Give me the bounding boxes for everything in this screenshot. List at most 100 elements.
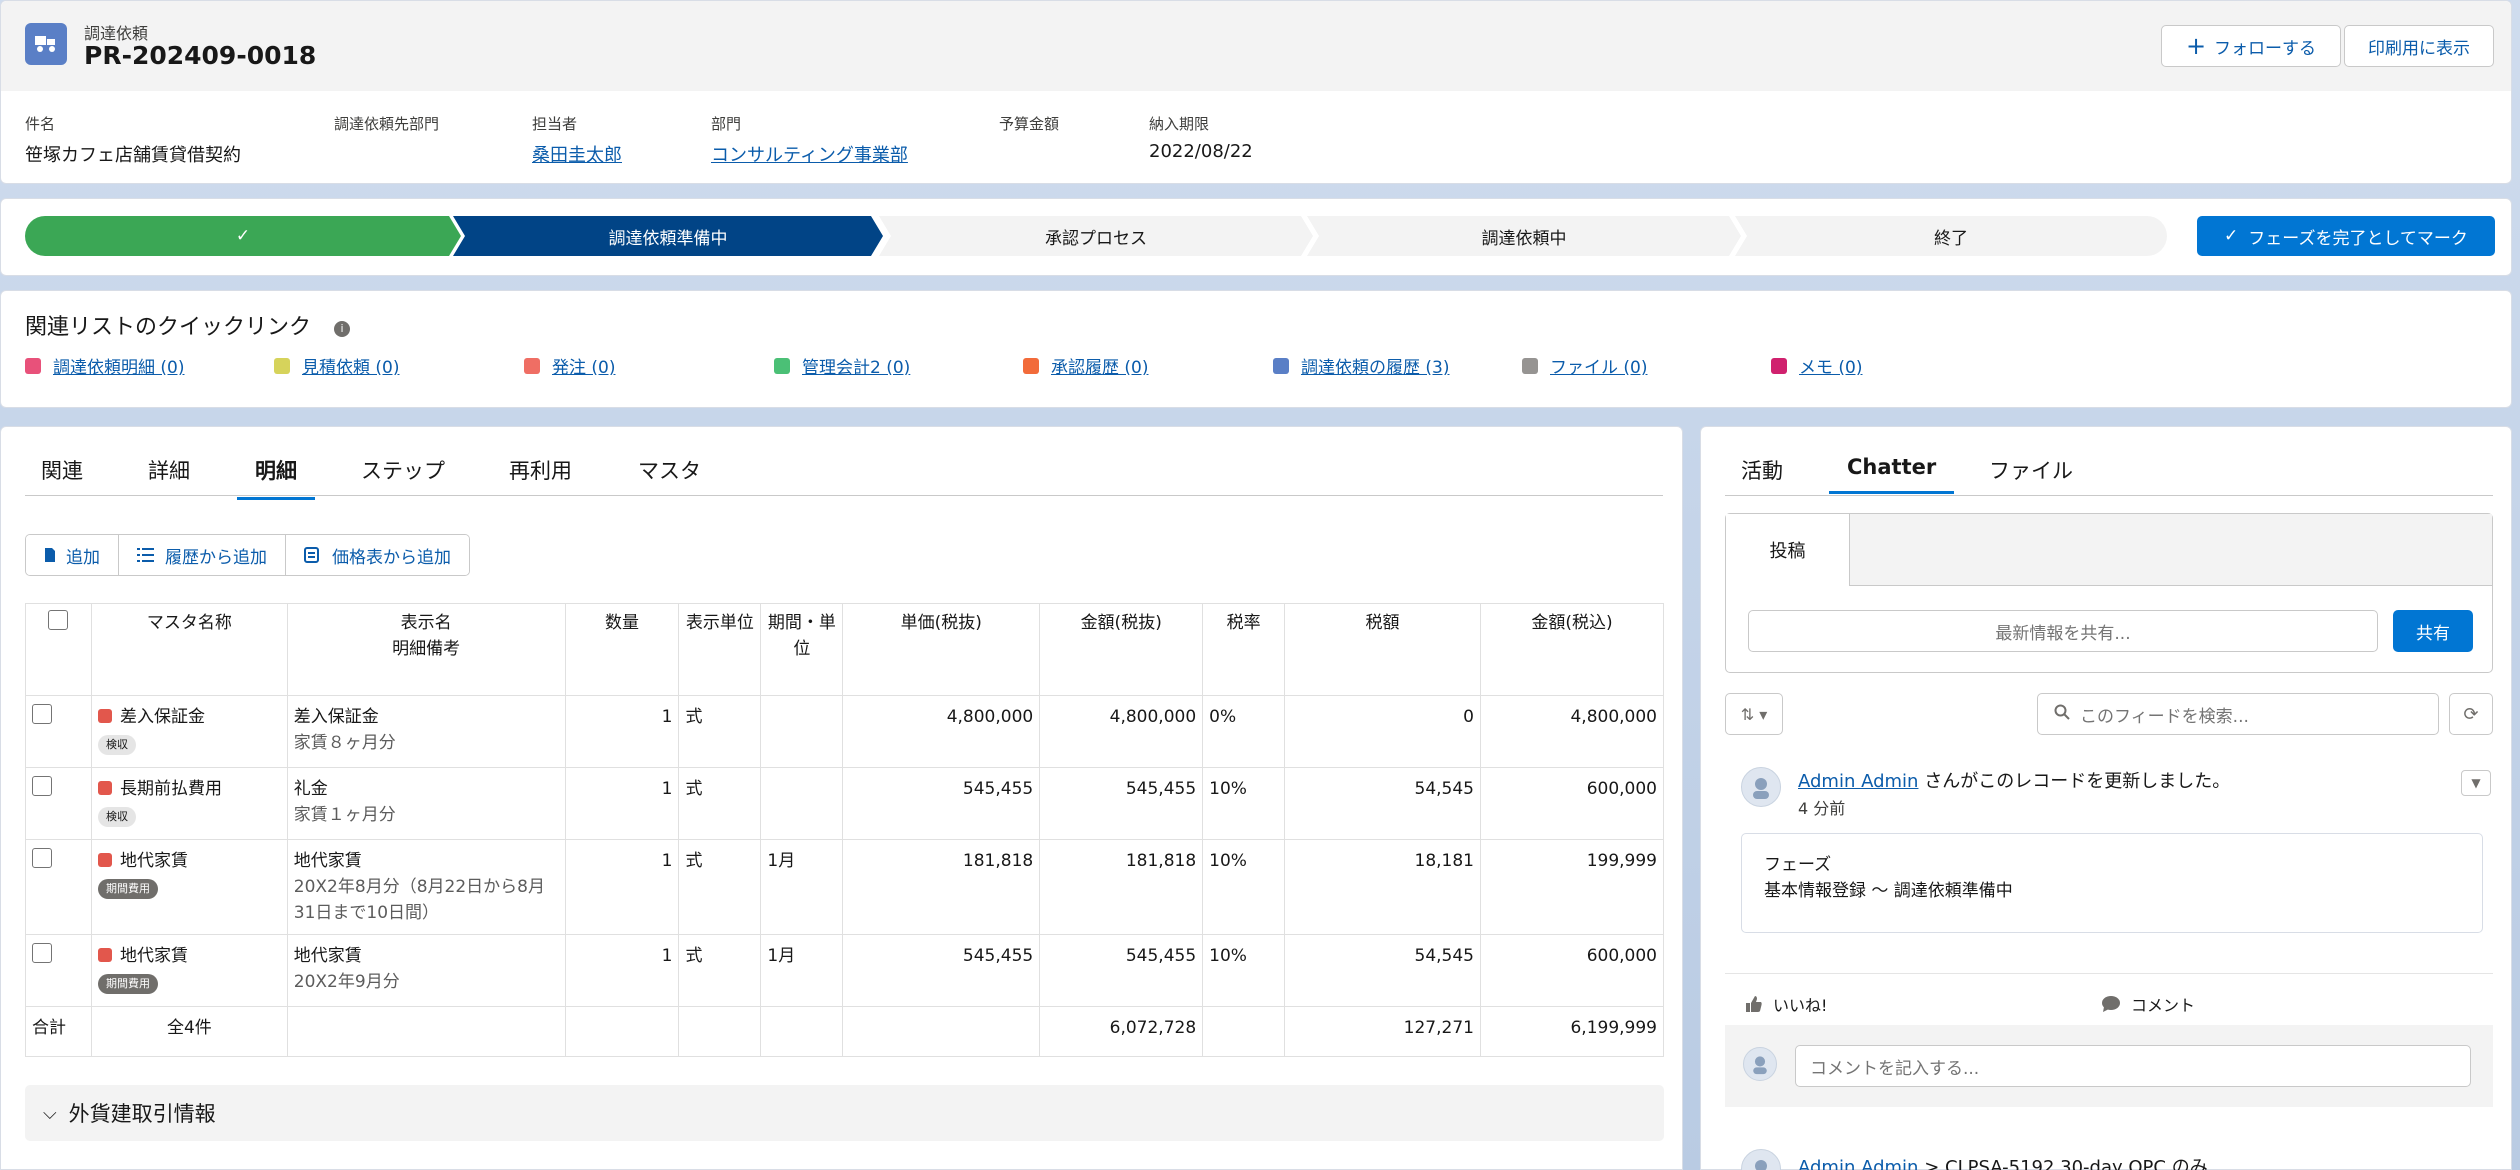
owner-link[interactable]: 桑田圭太郎 bbox=[532, 141, 622, 167]
select-all-checkbox[interactable] bbox=[48, 610, 69, 630]
col-note-label: 明細備考 bbox=[392, 639, 461, 659]
post-menu-button[interactable]: ▼ bbox=[2461, 770, 2491, 796]
mark-phase-complete-button[interactable]: ✓ フェーズを完了としてマーク bbox=[2197, 216, 2495, 256]
quick-link-notes[interactable]: メモ (0) bbox=[1771, 353, 1862, 378]
col-qty[interactable]: 数量 bbox=[564, 603, 680, 696]
master-cell: 地代家賃 期間費用 bbox=[90, 839, 288, 935]
path-step-complete[interactable]: ✓ bbox=[25, 216, 461, 256]
quick-link-label[interactable]: 承認履歴 (0) bbox=[1051, 353, 1148, 378]
activity-tabset: 活動 Chatter ファイル 投稿 最新情報を共有... 共有 ⇅ ▾ このフ… bbox=[1700, 426, 2512, 1170]
department-link[interactable]: コンサルティング事業部 bbox=[711, 141, 908, 167]
quick-link-orders[interactable]: 発注 (0) bbox=[524, 353, 615, 378]
row-select-cell bbox=[25, 934, 92, 1007]
row-checkbox[interactable] bbox=[32, 776, 52, 796]
tab-reuse[interactable]: 再利用 bbox=[509, 455, 572, 497]
quick-link-label[interactable]: 調達依頼の履歴 (3) bbox=[1301, 353, 1449, 378]
tab-activity[interactable]: 活動 bbox=[1741, 455, 1783, 497]
path-step-requesting[interactable]: 調達依頼中 bbox=[1307, 216, 1741, 256]
record-header: 調達依頼 PR-202409-0018 + フォローする 印刷用に表示 件名 笹… bbox=[0, 0, 2512, 184]
post-author-link[interactable]: Admin Admin bbox=[1798, 771, 1918, 792]
document-icon bbox=[45, 548, 55, 562]
chevron-down-icon: ▼ bbox=[2471, 776, 2481, 790]
tax-cell: 0 bbox=[1284, 695, 1481, 768]
period-cell bbox=[760, 767, 844, 840]
path-step-closed[interactable]: 終了 bbox=[1735, 216, 2167, 256]
like-button[interactable]: いいね! bbox=[1745, 992, 1827, 1016]
feed-search-input[interactable]: このフィードを検索... bbox=[2037, 693, 2439, 735]
printable-view-button[interactable]: 印刷用に表示 bbox=[2344, 25, 2494, 67]
tab-line-items[interactable]: 明細 bbox=[237, 455, 315, 500]
col-display-name[interactable]: 表示名 明細備考 bbox=[286, 603, 566, 696]
col-amount-incl[interactable]: 金額(税込) bbox=[1479, 603, 1665, 696]
quick-link-line-items[interactable]: 調達依頼明細 (0) bbox=[25, 353, 184, 378]
follow-button[interactable]: + フォローする bbox=[2161, 25, 2341, 67]
avatar[interactable] bbox=[1741, 767, 1781, 807]
master-icon bbox=[97, 853, 112, 867]
info-icon: i bbox=[334, 321, 351, 337]
comment-area: コメントを記入する... bbox=[1725, 1025, 2493, 1107]
line-actions-group: 追加 履歴から追加 価格表から追加 bbox=[25, 534, 470, 576]
unit-price-cell: 545,455 bbox=[842, 934, 1041, 1007]
add-button[interactable]: 追加 bbox=[26, 535, 119, 575]
col-tax-rate[interactable]: 税率 bbox=[1202, 603, 1286, 696]
quick-link-label[interactable]: メモ (0) bbox=[1799, 353, 1862, 378]
display-cell: 差入保証金 家賃８ヶ月分 bbox=[286, 695, 566, 768]
feed-sort-button[interactable]: ⇅ ▾ bbox=[1725, 693, 1783, 735]
row-checkbox[interactable] bbox=[32, 943, 52, 963]
quick-link-quotes[interactable]: 見積依頼 (0) bbox=[274, 353, 399, 378]
empty-cell bbox=[564, 1006, 680, 1057]
quick-link-request-history[interactable]: 調達依頼の履歴 (3) bbox=[1273, 353, 1449, 378]
quick-link-label[interactable]: ファイル (0) bbox=[1550, 353, 1647, 378]
tab-master[interactable]: マスタ bbox=[638, 455, 701, 497]
period-cell: 1月 bbox=[760, 934, 844, 1007]
col-unit-price[interactable]: 単価(税抜) bbox=[842, 603, 1041, 696]
quick-link-label[interactable]: 発注 (0) bbox=[552, 353, 615, 378]
refresh-button[interactable]: ⟳ bbox=[2449, 693, 2493, 735]
tab-details[interactable]: 詳細 bbox=[148, 455, 190, 497]
table-row: 地代家賃 期間費用 地代家賃 20X2年8月分（8月22日から8月31日まで10日間… bbox=[25, 839, 1665, 935]
quick-link-files[interactable]: ファイル (0) bbox=[1522, 353, 1647, 378]
refresh-icon: ⟳ bbox=[2463, 703, 2479, 725]
col-unit[interactable]: 表示単位 bbox=[678, 603, 762, 696]
add-from-history-label: 履歴から追加 bbox=[165, 547, 267, 568]
share-button[interactable]: 共有 bbox=[2393, 610, 2473, 652]
amount-incl-cell: 600,000 bbox=[1479, 934, 1665, 1007]
path-bar: ✓ 調達依頼準備中 承認プロセス 調達依頼中 終了 ✓ フェーズを完了としてマー… bbox=[0, 198, 2512, 276]
quick-link-label[interactable]: 管理会計2 (0) bbox=[802, 353, 910, 378]
tab-chatter[interactable]: Chatter bbox=[1829, 455, 1955, 494]
tab-related[interactable]: 関連 bbox=[41, 455, 83, 497]
quick-link-label[interactable]: 見積依頼 (0) bbox=[302, 353, 399, 378]
row-checkbox[interactable] bbox=[32, 848, 52, 868]
share-update-input[interactable]: 最新情報を共有... bbox=[1748, 610, 2378, 652]
tab-steps[interactable]: ステップ bbox=[361, 455, 445, 497]
post-timestamp[interactable]: 4 分前 bbox=[1798, 795, 1845, 819]
mark-complete-label: フェーズを完了としてマーク bbox=[2248, 228, 2468, 249]
path-step-approval[interactable]: 承認プロセス bbox=[879, 216, 1313, 256]
empty-cell bbox=[286, 1006, 566, 1057]
path-step-current[interactable]: 調達依頼準備中 bbox=[453, 216, 883, 256]
add-from-pricebook-button[interactable]: 価格表から追加 bbox=[286, 535, 469, 575]
section-title: 外貨建取引情報 bbox=[68, 1102, 216, 1126]
col-period[interactable]: 期間・単位 bbox=[760, 603, 844, 696]
comment-input[interactable]: コメントを記入する... bbox=[1795, 1045, 2471, 1087]
col-tax[interactable]: 税額 bbox=[1284, 603, 1481, 696]
master-cell: 地代家賃 期間費用 bbox=[90, 934, 288, 1007]
quick-link-accounting[interactable]: 管理会計2 (0) bbox=[774, 353, 910, 378]
col-amount[interactable]: 金額(税抜) bbox=[1039, 603, 1204, 696]
unit-price-cell: 181,818 bbox=[842, 839, 1041, 935]
add-from-history-button[interactable]: 履歴から追加 bbox=[119, 535, 286, 575]
row-checkbox[interactable] bbox=[32, 704, 52, 724]
master-name: 長期前払費用 bbox=[119, 779, 222, 799]
publisher-tab-post[interactable]: 投稿 bbox=[1726, 514, 1850, 586]
avatar[interactable] bbox=[1741, 1149, 1781, 1170]
total-amount-incl: 6,199,999 bbox=[1479, 1006, 1665, 1057]
quick-link-approval-history[interactable]: 承認履歴 (0) bbox=[1023, 353, 1148, 378]
empty-cell bbox=[1202, 1006, 1286, 1057]
col-master[interactable]: マスタ名称 bbox=[90, 603, 288, 696]
comment-button[interactable]: コメント bbox=[2101, 992, 2195, 1016]
post-author-link[interactable]: Admin Admin bbox=[1798, 1157, 1918, 1170]
tab-files[interactable]: ファイル bbox=[1989, 455, 2073, 497]
field-label: 部門 bbox=[711, 115, 742, 133]
section-foreign-currency[interactable]: ⌵ 外貨建取引情報 bbox=[25, 1085, 1664, 1141]
quick-link-label[interactable]: 調達依頼明細 (0) bbox=[53, 353, 184, 378]
